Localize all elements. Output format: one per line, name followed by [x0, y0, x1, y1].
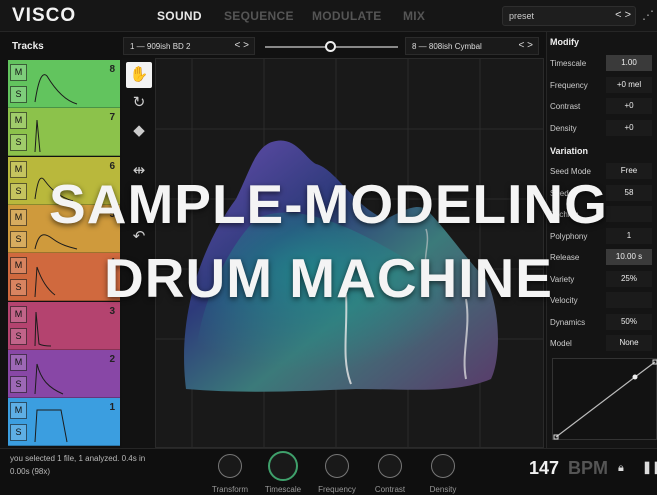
left-sample-label: 1 — 909ish BD 2: [130, 42, 191, 51]
tab-sequence[interactable]: SEQUENCE: [224, 9, 294, 23]
status-text: you selected 1 file, 1 analyzed. 0.4s in…: [10, 452, 145, 478]
lock-icon[interactable]: 🔒︎: [618, 462, 624, 475]
mute-button[interactable]: M: [10, 64, 27, 81]
variation-title: Variation: [550, 146, 589, 156]
track-envelope-icon: [34, 74, 78, 105]
track-envelope-icon: [34, 409, 68, 443]
right-sample-selector[interactable]: 8 — 808ish Cymbal < >: [405, 37, 539, 55]
track-number: 8: [109, 64, 115, 75]
tab-modulate[interactable]: MODULATE: [312, 9, 382, 23]
top-bar: VISCO SOUND SEQUENCE MODULATE MIX preset…: [0, 0, 657, 32]
preset-label: preset: [509, 11, 535, 21]
timescale-knob[interactable]: [268, 451, 298, 481]
solo-button[interactable]: S: [10, 327, 27, 345]
eraser-icon[interactable]: ◆: [126, 118, 152, 144]
overlay-title-line-2: DRUM MACHINE: [104, 247, 553, 309]
right-sample-label: 8 — 808ish Cymbal: [412, 42, 482, 51]
transform-knob-label: Transform: [211, 485, 249, 494]
modify-param-value[interactable]: 1.00: [606, 55, 652, 71]
variation-param-label: Model: [550, 339, 572, 348]
status-line-1: you selected 1 file, 1 analyzed. 0.4s in: [10, 454, 146, 463]
contrast-knob-label: Contrast: [374, 485, 406, 494]
frequency-knob-label: Frequency: [318, 485, 356, 494]
density-knob[interactable]: [431, 454, 455, 478]
modify-param-label: Frequency: [550, 80, 588, 90]
menu-dots-icon[interactable]: ⋰: [642, 8, 654, 22]
bpm-value[interactable]: 147: [529, 458, 559, 479]
left-sample-arrows[interactable]: < >: [235, 40, 249, 51]
preset-arrows[interactable]: < >: [615, 9, 631, 21]
mute-button[interactable]: M: [10, 112, 27, 130]
variation-param-label: Dynamics: [550, 317, 586, 327]
modify-param-label: Density: [550, 123, 577, 133]
timescale-knob-label: Timescale: [264, 485, 302, 494]
transform-knob[interactable]: [218, 454, 242, 478]
morph-slider-handle[interactable]: [325, 41, 337, 52]
curve-graph-line: [553, 359, 657, 440]
tracks-title: Tracks: [12, 41, 44, 52]
brush-icon[interactable]: ✋: [126, 62, 152, 88]
modify-param-label: Timescale: [550, 59, 587, 68]
status-line-2: 0.00s (98x): [10, 467, 51, 476]
mute-button[interactable]: M: [10, 402, 27, 420]
tab-sound[interactable]: SOUND: [157, 9, 202, 23]
curve-graph[interactable]: [552, 358, 657, 440]
track-envelope-icon: [34, 311, 52, 346]
modify-title: Modify: [550, 37, 579, 47]
track-envelope-icon: [34, 120, 41, 153]
solo-button[interactable]: S: [10, 424, 27, 442]
track-envelope-icon: [34, 363, 64, 395]
contrast-knob[interactable]: [378, 454, 402, 478]
tab-mix[interactable]: MIX: [403, 9, 425, 23]
left-sample-selector[interactable]: 1 — 909ish BD 2 < >: [123, 37, 255, 55]
frequency-knob[interactable]: [325, 454, 349, 478]
track-number: 1: [109, 402, 115, 414]
solo-button[interactable]: S: [10, 375, 27, 393]
lasso-icon[interactable]: ↻: [126, 90, 152, 116]
variation-param-value[interactable]: 50%: [606, 313, 652, 330]
modify-param-value[interactable]: +0: [606, 119, 652, 136]
track-number: 2: [109, 353, 115, 365]
track-row[interactable]: MS 1: [8, 398, 120, 447]
modify-param-label: Contrast: [550, 102, 581, 111]
track-number: 6: [109, 160, 115, 172]
track-row[interactable]: MS 8: [8, 60, 120, 108]
variation-param-value[interactable]: None: [606, 335, 652, 351]
bpm-unit: BPM: [568, 458, 608, 478]
modify-param-value[interactable]: +0: [606, 98, 652, 114]
preset-selector[interactable]: preset < >: [502, 6, 636, 26]
density-knob-label: Density: [429, 485, 457, 494]
pause-icon[interactable]: ❚❚: [642, 460, 657, 474]
mute-button[interactable]: M: [10, 353, 27, 371]
app-logo: VISCO: [12, 5, 77, 26]
track-row[interactable]: MS 2: [8, 349, 120, 398]
modify-param-value[interactable]: +0 mel: [606, 76, 652, 93]
overlay-title-line-1: SAMPLE-MODELING: [49, 173, 608, 235]
solo-button[interactable]: S: [10, 134, 27, 152]
right-sample-arrows[interactable]: < >: [519, 40, 533, 51]
track-number: 7: [109, 112, 115, 124]
solo-button[interactable]: S: [10, 86, 27, 103]
track-row[interactable]: MS 7: [8, 108, 120, 157]
